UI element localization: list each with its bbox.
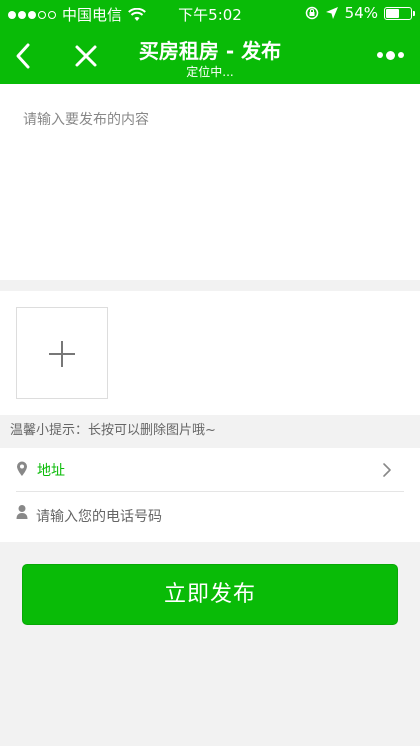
more-dot xyxy=(376,52,383,58)
phone-input[interactable] xyxy=(36,500,396,534)
rotation-lock-icon xyxy=(305,6,318,20)
close-icon xyxy=(75,45,97,67)
more-dot xyxy=(385,50,395,60)
more-dot xyxy=(397,52,404,58)
phone-row xyxy=(0,492,420,542)
address-row[interactable]: 地址 xyxy=(0,448,420,491)
battery-icon xyxy=(384,6,415,20)
location-arrow-icon xyxy=(325,7,338,19)
status-bar: 中国电信 下午5:02 54% xyxy=(0,0,420,28)
close-button[interactable] xyxy=(70,36,102,76)
top-bar: 中国电信 下午5:02 54% 买房租房 - 发布 定位中... xyxy=(0,0,420,84)
status-right: 54% xyxy=(305,4,415,22)
location-status: 定位中... xyxy=(186,65,234,79)
back-button[interactable] xyxy=(8,36,40,76)
more-button[interactable] xyxy=(372,40,408,70)
add-photo-button[interactable] xyxy=(16,307,108,399)
page-title: 买房租房 - 发布 xyxy=(138,39,282,63)
publish-button[interactable]: 立即发布 xyxy=(22,564,398,625)
battery-level xyxy=(386,8,399,18)
form-panel: 地址 xyxy=(0,448,420,542)
location-pin-icon xyxy=(17,461,27,476)
chevron-right-icon xyxy=(383,463,391,477)
content-panel xyxy=(0,84,420,280)
hint-text: 温馨小提示：长按可以删除图片哦~ xyxy=(10,423,216,438)
nav-bar: 买房租房 - 发布 定位中... xyxy=(0,28,420,84)
address-label: 地址 xyxy=(37,463,65,479)
content-input[interactable] xyxy=(0,84,420,280)
photo-panel xyxy=(0,291,420,415)
battery-percent: 54% xyxy=(344,4,378,22)
chevron-left-icon xyxy=(16,43,30,69)
person-icon xyxy=(16,505,28,519)
